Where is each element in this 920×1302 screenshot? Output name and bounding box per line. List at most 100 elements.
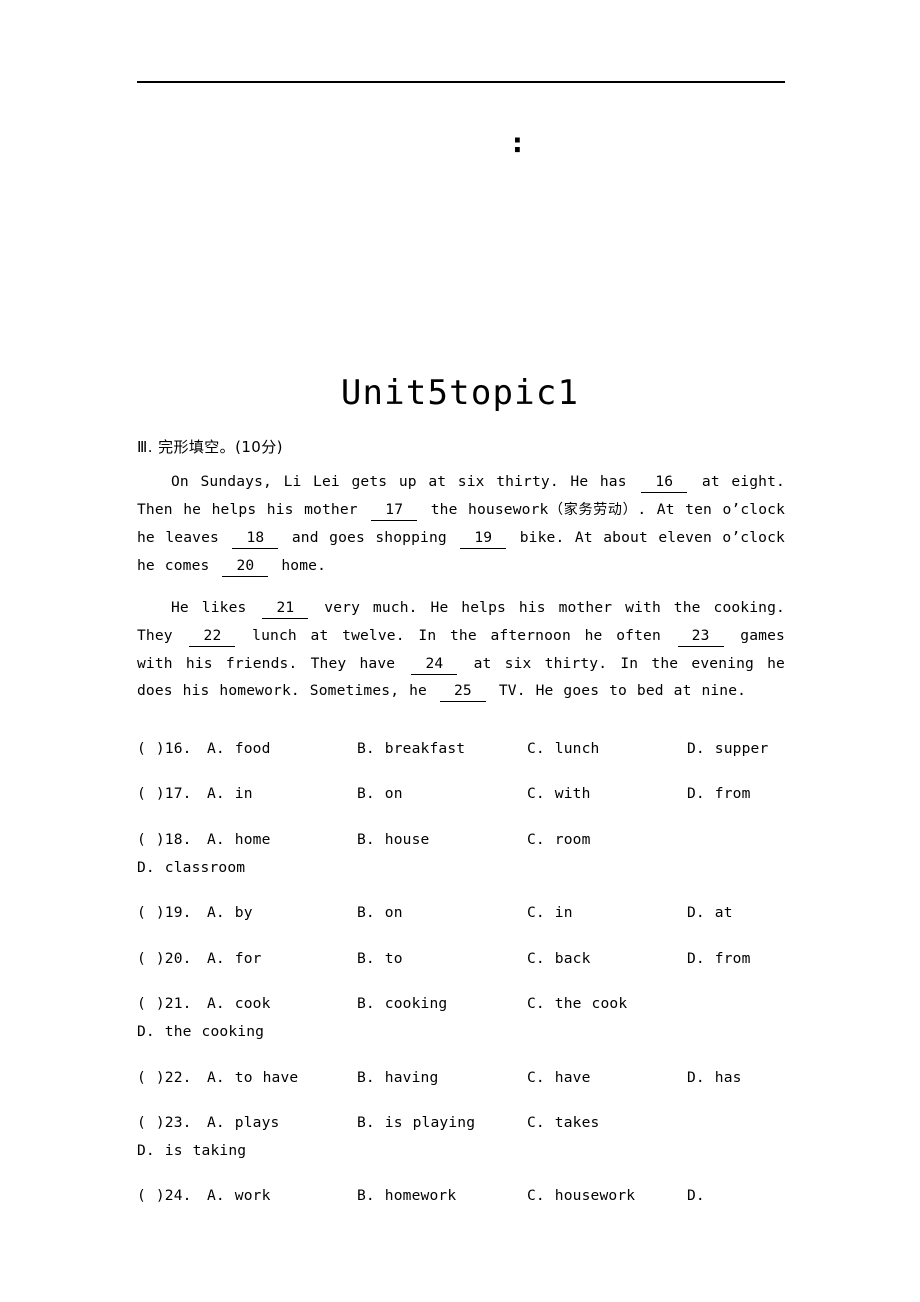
option-label: B. (357, 785, 375, 803)
answer-blank[interactable]: 19 (460, 528, 507, 550)
option-choice[interactable]: C. with (527, 780, 687, 808)
section-heading: Ⅲ. 完形填空。(10分) (137, 438, 283, 456)
question-number[interactable]: ( )20. (137, 945, 207, 973)
question-number[interactable]: ( )22. (137, 1064, 207, 1092)
option-choice[interactable]: A. by (207, 899, 357, 927)
question-number[interactable]: ( )16. (137, 735, 207, 763)
option-label: B. (357, 904, 375, 922)
option-label: B. (357, 1114, 375, 1132)
option-label: B. (357, 949, 375, 967)
option-choice[interactable]: C. takes (527, 1109, 687, 1137)
option-choice[interactable]: B. on (357, 780, 527, 808)
option-label: C. (527, 949, 545, 967)
option-choice[interactable]: B. on (357, 899, 527, 927)
option-label: C. (527, 739, 545, 757)
option-choice[interactable]: B. house (357, 826, 527, 854)
option-text: housework (544, 1187, 636, 1205)
option-choice[interactable]: A. for (207, 945, 357, 973)
question-number[interactable]: ( )18. (137, 826, 207, 854)
option-choice[interactable]: C. room (527, 826, 687, 854)
passage-body: On Sundays, Li Lei gets up at six thirty… (137, 468, 785, 705)
option-choice[interactable]: B. cooking (357, 990, 527, 1018)
answer-blank[interactable]: 16 (641, 472, 688, 493)
option-text: house (374, 830, 430, 848)
question-number[interactable]: ( )17. (137, 780, 207, 808)
option-text: the cook (544, 995, 628, 1013)
question-number[interactable]: ( )23. (137, 1109, 207, 1137)
option-text: home (224, 830, 271, 848)
option-text: breakfast (374, 739, 466, 757)
option-choice[interactable]: A. plays (207, 1109, 357, 1137)
option-label: A. (207, 830, 225, 848)
option-label: C. (527, 1068, 545, 1086)
option-choice[interactable]: A. home (207, 826, 357, 854)
chinese-gloss: （家务劳动） (548, 501, 638, 518)
option-choice[interactable]: B. having (357, 1064, 527, 1092)
option-choice[interactable]: D. from (687, 950, 751, 967)
answer-blank[interactable]: 25 (439, 681, 486, 703)
passage-text: On Sundays, Li Lei gets up at six thirty… (171, 473, 639, 490)
question-number[interactable]: ( )21. (137, 990, 207, 1018)
option-choice[interactable]: A. in (207, 780, 357, 808)
option-choice[interactable]: D. supper (687, 740, 768, 757)
passage-text: He likes (171, 599, 260, 617)
option-label: D. (687, 904, 705, 922)
option-choice[interactable]: B. breakfast (357, 735, 527, 763)
option-text: by (224, 904, 253, 922)
passage-text: home. (271, 556, 327, 574)
option-choice[interactable]: D. classroom (137, 859, 245, 876)
question-number[interactable]: ( )19. (137, 899, 207, 927)
question-item: ( )20. A. for B. to C. back D. from (137, 945, 785, 973)
question-number[interactable]: ( )24. (137, 1182, 207, 1210)
option-choice[interactable]: D. has (687, 1069, 742, 1086)
answer-blank[interactable]: 21 (262, 598, 309, 620)
option-label: A. (207, 949, 225, 967)
option-choice[interactable]: C. housework (527, 1182, 687, 1210)
option-label: C. (527, 830, 545, 848)
option-text: with (544, 785, 591, 803)
option-text: room (544, 830, 591, 848)
option-choice[interactable]: B. homework (357, 1182, 527, 1210)
option-choice[interactable]: B. to (357, 945, 527, 973)
passage-paragraph: On Sundays, Li Lei gets up at six thirty… (137, 468, 785, 579)
option-choice[interactable]: A. cook (207, 990, 357, 1018)
passage-text: and goes shopping (281, 529, 458, 547)
option-label: A. (207, 904, 225, 922)
option-label: A. (207, 739, 225, 757)
option-choice[interactable]: C. the cook (527, 990, 687, 1018)
passage-text: lunch at twelve. In the afternoon he oft… (238, 626, 675, 644)
question-item: ( )21. A. cook B. cooking C. the cook D. the… (137, 990, 785, 1045)
option-choice[interactable]: D. from (687, 785, 751, 802)
option-choice[interactable]: A. to have (207, 1064, 357, 1092)
option-label: D. (137, 1141, 155, 1159)
answer-blank[interactable]: 20 (222, 556, 269, 577)
option-label: C. (527, 1114, 545, 1132)
option-choice[interactable]: D. (687, 1187, 705, 1204)
option-choice[interactable]: B. is playing (357, 1109, 527, 1137)
answer-blank[interactable]: 23 (677, 626, 724, 647)
option-choice[interactable]: C. lunch (527, 735, 687, 763)
option-text: in (544, 904, 573, 922)
option-text: for (224, 949, 262, 967)
option-choice[interactable]: D. the cooking (137, 1023, 264, 1040)
option-text: have (544, 1068, 591, 1086)
option-choice[interactable]: A. food (207, 735, 357, 763)
answer-blank[interactable]: 18 (232, 528, 279, 550)
option-choice[interactable]: C. in (527, 899, 687, 927)
option-label: D. (687, 949, 705, 967)
answer-blank[interactable]: 17 (371, 500, 418, 521)
option-choice[interactable]: D. at (687, 904, 733, 921)
option-text: is taking (154, 1141, 247, 1159)
question-item: ( )23. A. plays B. is playing C. takes D. is… (137, 1109, 785, 1164)
option-label: B. (357, 995, 375, 1013)
option-text: has (704, 1068, 742, 1086)
question-list: ( )16. A. food B. breakfast C. lunch D. supp… (137, 735, 785, 1210)
option-text: food (224, 739, 271, 757)
option-choice[interactable]: C. have (527, 1064, 687, 1092)
answer-blank[interactable]: 22 (189, 626, 236, 647)
option-choice[interactable]: D. is taking (137, 1142, 246, 1159)
answer-blank[interactable]: 24 (411, 654, 458, 675)
option-text: classroom (154, 858, 246, 876)
option-choice[interactable]: C. back (527, 945, 687, 973)
option-choice[interactable]: A. work (207, 1182, 357, 1210)
